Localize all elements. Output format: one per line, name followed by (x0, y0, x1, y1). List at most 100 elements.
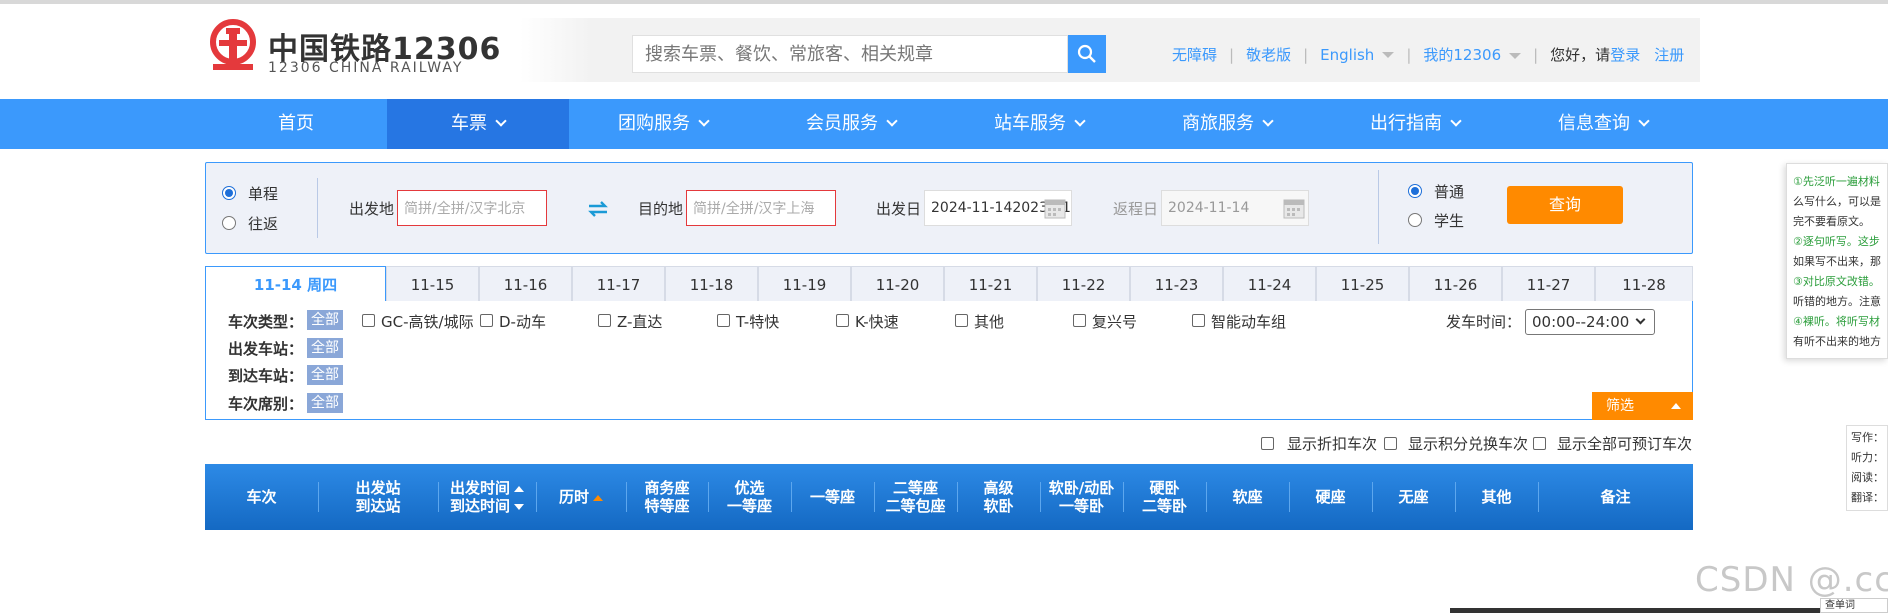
date-tab-active[interactable]: 11-14 周四 (205, 266, 386, 303)
date-tab-label: 11-16 (503, 276, 548, 294)
nav-item-group[interactable]: 团购服务 (569, 99, 757, 149)
nav-label: 首页 (278, 113, 314, 134)
date-tab[interactable]: 11-28 (1595, 266, 1693, 302)
date-tab[interactable]: 11-23 (1130, 266, 1223, 302)
caret-up-icon (1671, 403, 1681, 409)
normal-ticket-label[interactable]: 普通 (1434, 181, 1464, 202)
col-label: 无座 (1398, 488, 1429, 506)
filter-d-checkbox[interactable] (480, 314, 493, 327)
depart-station-all-tag[interactable]: 全部 (307, 338, 343, 358)
date-tab[interactable]: 11-19 (758, 266, 851, 302)
register-link[interactable]: 注册 (1654, 44, 1684, 65)
divider: | (1533, 45, 1539, 64)
login-link[interactable]: 登录 (1610, 44, 1640, 65)
date-tab[interactable]: 11-24 (1223, 266, 1316, 302)
discount-trains-label[interactable]: 显示折扣车次 (1287, 433, 1377, 454)
filter-smart-label[interactable]: 智能动车组 (1211, 311, 1286, 332)
date-tab[interactable]: 11-21 (944, 266, 1037, 302)
discount-trains-checkbox[interactable] (1261, 437, 1274, 450)
col-label: 商务座 (644, 479, 690, 497)
language-dropdown[interactable]: English (1320, 46, 1395, 64)
nav-item-member[interactable]: 会员服务 (757, 99, 945, 149)
to-station-input[interactable]: 简拼/全拼/汉字上海 (686, 190, 836, 226)
arrive-time-sort[interactable]: 到达时间 (450, 497, 524, 515)
lookup-word-tag[interactable]: 查单词 (1820, 598, 1888, 613)
col-label: 二等卧 (1141, 497, 1187, 515)
train-type-all-tag[interactable]: 全部 (307, 310, 343, 330)
date-tab[interactable]: 11-17 (572, 266, 665, 302)
filter-t-label[interactable]: T-特快 (736, 311, 779, 332)
nav-item-guide[interactable]: 出行指南 (1321, 99, 1509, 149)
site-search-input[interactable] (633, 36, 1067, 72)
filter-gc-checkbox[interactable] (362, 314, 375, 327)
all-bookable-label[interactable]: 显示全部可预订车次 (1557, 433, 1692, 454)
roundtrip-radio[interactable] (222, 216, 236, 230)
filter-smart-checkbox[interactable] (1192, 314, 1205, 327)
filter-fuxing-checkbox[interactable] (1073, 314, 1086, 327)
calendar-icon[interactable] (1283, 197, 1305, 219)
arrive-station-all-tag[interactable]: 全部 (307, 365, 343, 385)
depart-time-sort[interactable]: 出发时间 (450, 479, 524, 497)
filter-t-checkbox[interactable] (717, 314, 730, 327)
points-trains-checkbox[interactable] (1384, 437, 1397, 450)
filter-d-label[interactable]: D-动车 (499, 311, 546, 332)
date-tab[interactable]: 11-26 (1409, 266, 1502, 302)
oneway-radio[interactable] (222, 186, 236, 200)
filter-k-checkbox[interactable] (836, 314, 849, 327)
nav-item-business[interactable]: 商旅服务 (1133, 99, 1321, 149)
from-station-input[interactable]: 简拼/全拼/汉字北京 (397, 190, 547, 226)
normal-ticket-radio[interactable] (1408, 184, 1422, 198)
date-tab[interactable]: 11-27 (1502, 266, 1595, 302)
china-railway-logo-icon[interactable] (205, 18, 261, 74)
my-account-dropdown[interactable]: 我的12306 (1423, 44, 1522, 65)
nav-label: 出行指南 (1370, 113, 1442, 134)
elder-mode-link[interactable]: 敬老版 (1246, 44, 1291, 65)
chevron-down-icon (1450, 115, 1462, 127)
sort-up-icon (593, 494, 603, 501)
all-bookable-checkbox[interactable] (1533, 437, 1546, 450)
student-ticket-label[interactable]: 学生 (1434, 210, 1464, 231)
col-duration[interactable]: 历时 (536, 464, 626, 530)
col-label: 特等座 (644, 497, 690, 515)
oneway-label[interactable]: 单程 (248, 183, 278, 204)
date-tab-label: 11-26 (1433, 276, 1478, 294)
date-tab[interactable]: 11-18 (665, 266, 758, 302)
date-tab[interactable]: 11-22 (1037, 266, 1130, 302)
nav-item-station[interactable]: 站车服务 (945, 99, 1133, 149)
date-tab-label: 11-18 (689, 276, 734, 294)
filter-k-label[interactable]: K-快速 (855, 311, 899, 332)
date-tab[interactable]: 11-20 (851, 266, 944, 302)
student-ticket-radio[interactable] (1408, 213, 1422, 227)
return-date-label: 返程日 (1113, 200, 1159, 218)
filter-z-label[interactable]: Z-直达 (617, 311, 662, 332)
chevron-down-icon (1635, 314, 1646, 325)
note-line: 有听不出来的地方 (1793, 335, 1881, 348)
site-search-box[interactable] (632, 35, 1068, 73)
col-train-no: 车次 (205, 464, 318, 530)
seat-class-all-tag[interactable]: 全部 (307, 393, 343, 413)
date-tab[interactable]: 11-15 (386, 266, 479, 302)
filter-fuxing-label[interactable]: 复兴号 (1092, 311, 1137, 332)
nav-item-info[interactable]: 信息查询 (1509, 99, 1697, 149)
filter-other-label[interactable]: 其他 (974, 311, 1004, 332)
col-second: 二等座 二等包座 (874, 464, 957, 530)
accessible-link[interactable]: 无障碍 (1172, 44, 1217, 65)
col-label: 软座 (1232, 488, 1263, 506)
points-trains-label[interactable]: 显示积分兑换车次 (1408, 433, 1528, 454)
date-tab[interactable]: 11-25 (1316, 266, 1409, 302)
depart-time-select[interactable]: 00:00--24:00 (1525, 309, 1655, 335)
filter-gc-label[interactable]: GC-高铁/城际 (381, 311, 474, 332)
date-tab[interactable]: 11-16 (479, 266, 572, 302)
roundtrip-label[interactable]: 往返 (248, 213, 278, 234)
search-button[interactable] (1068, 35, 1106, 73)
filter-other-checkbox[interactable] (955, 314, 968, 327)
nav-item-home[interactable]: 首页 (205, 99, 387, 149)
filter-z-checkbox[interactable] (598, 314, 611, 327)
nav-item-tickets[interactable]: 车票 (387, 99, 569, 149)
col-times[interactable]: 出发时间 到达时间 (438, 464, 536, 530)
calendar-icon[interactable] (1044, 197, 1066, 219)
swap-stations-icon[interactable] (586, 200, 610, 218)
search-tickets-button[interactable]: 查询 (1507, 186, 1623, 224)
filter-toggle-button[interactable]: 筛选 (1592, 392, 1693, 420)
top-links: 无障碍 | 敬老版 | English | 我的12306 | 您好，请 登录 … (1172, 44, 1684, 65)
